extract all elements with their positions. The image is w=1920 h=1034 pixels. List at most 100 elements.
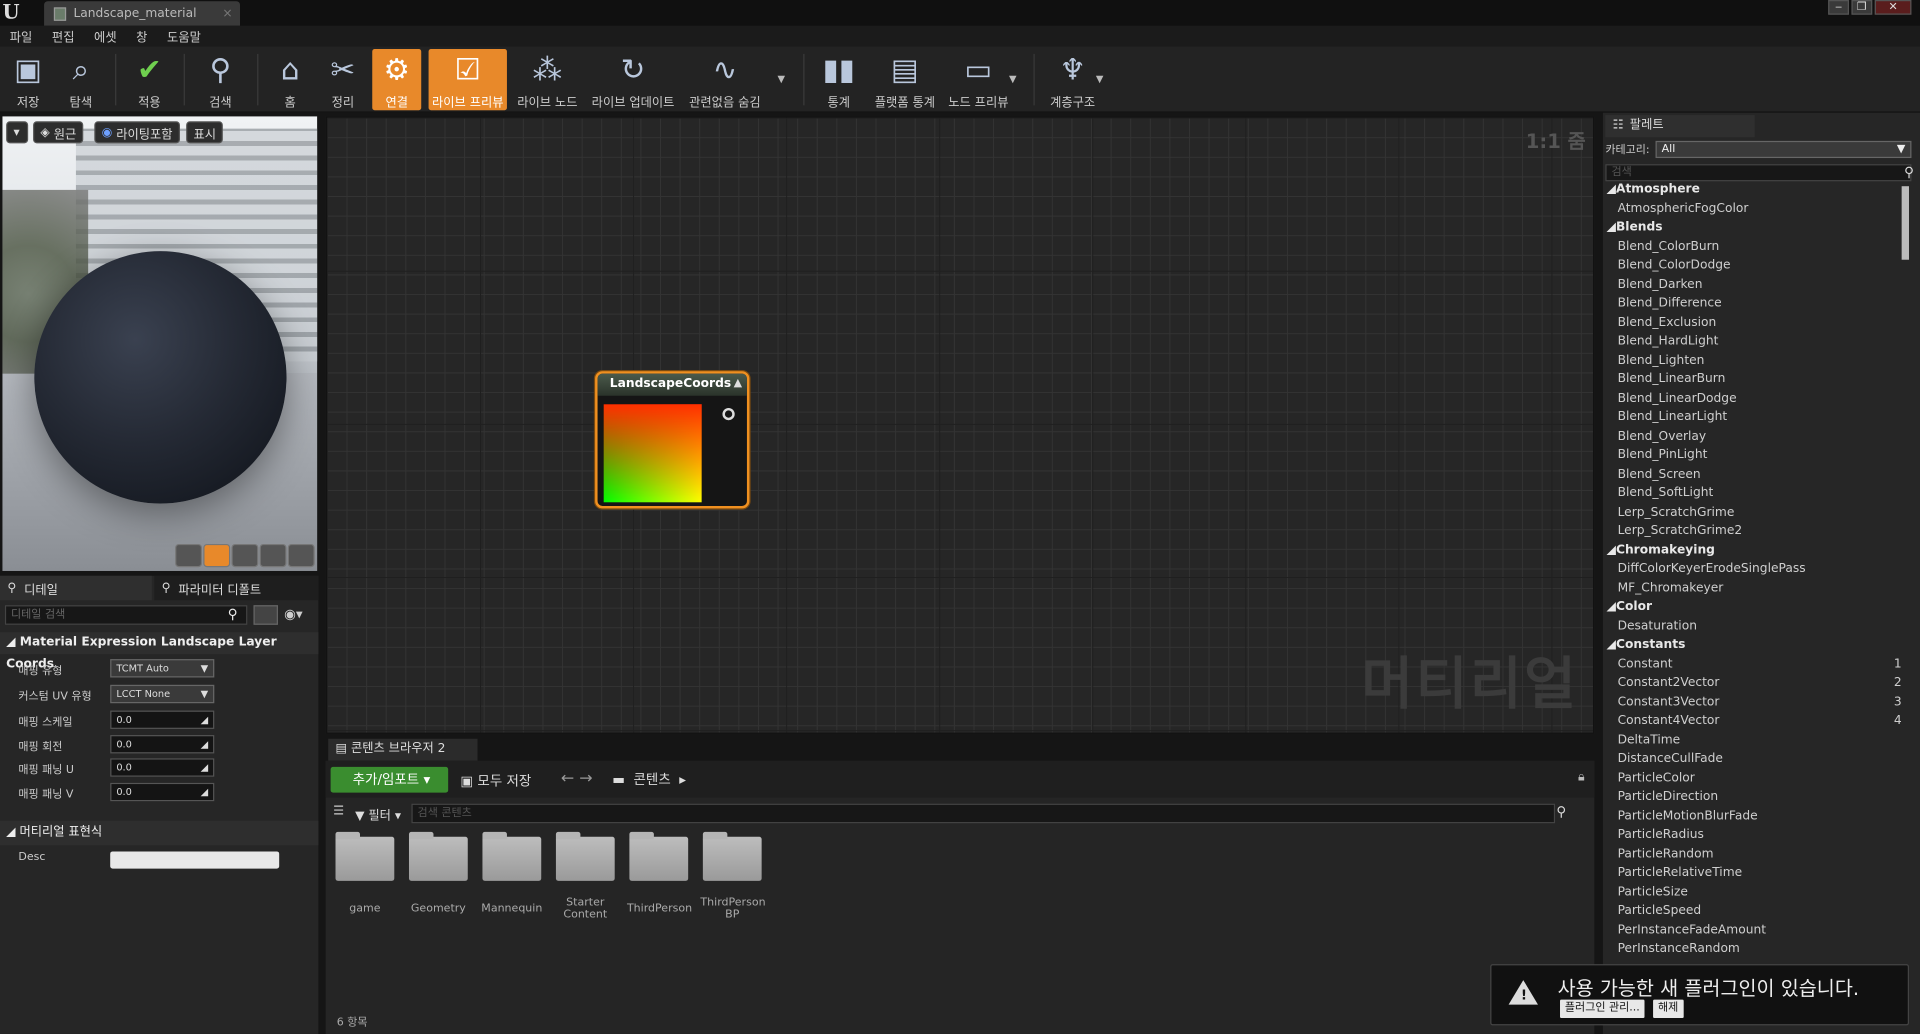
palette-item[interactable]: ParticleDirection	[1618, 790, 1900, 803]
platform-stats-button[interactable]: ▤ 플랫폼 통계	[872, 49, 938, 111]
chevron-down-icon[interactable]: ▼	[1009, 74, 1017, 85]
close-window-button[interactable]: ✕	[1874, 0, 1912, 15]
palette-item[interactable]: Blend_PinLight	[1618, 448, 1900, 461]
palette-item[interactable]: ParticleRelativeTime	[1618, 866, 1900, 879]
menu-file[interactable]: 파일	[10, 27, 33, 45]
hierarchy-button[interactable]: ♆ 계층구조	[1046, 49, 1100, 111]
clean-button[interactable]: ✂ 정리	[318, 49, 367, 111]
lit-button[interactable]: ◉ 라이팅포함	[94, 121, 180, 144]
sources-toggle-icon[interactable]: ☰	[333, 805, 344, 818]
menu-help[interactable]: 도움말	[167, 27, 201, 45]
palette-item[interactable]: DistanceCullFade	[1618, 752, 1900, 765]
menu-asset[interactable]: 에셋	[94, 27, 117, 45]
palette-category[interactable]: ◢Color	[1607, 600, 1889, 613]
mapping-pan-u-input[interactable]: 0.0 ◢	[110, 758, 215, 777]
palette-item[interactable]: Lerp_ScratchGrime2	[1618, 524, 1900, 537]
mapping-pan-v-input[interactable]: 0.0 ◢	[110, 782, 215, 802]
browse-button[interactable]: ⌕ 탐색	[56, 49, 105, 111]
landscape-coords-node[interactable]: LandscapeCoords ▲	[595, 371, 750, 509]
folder-item[interactable]: Geometry	[407, 831, 471, 915]
folder-item[interactable]: Mannequin	[480, 831, 544, 915]
palette-item[interactable]: Constant3Vector 3	[1618, 695, 1902, 708]
palette-item[interactable]: Blend_Lighten	[1618, 353, 1900, 366]
palette-item[interactable]: Constant 1	[1618, 657, 1902, 670]
material-graph[interactable]: 1:1 줌 머티리얼 LandscapeCoords ▲	[325, 116, 1595, 734]
folder-item[interactable]: ThirdPerson BP	[700, 831, 766, 921]
folder-item[interactable]: ThirdPerson	[627, 831, 692, 915]
chevron-down-icon[interactable]: ▼	[778, 74, 786, 85]
tab-details[interactable]: ⚲ 디테일	[0, 575, 152, 601]
lock-icon[interactable]: 🔒︎	[1578, 771, 1585, 784]
perspective-button[interactable]: ◈ 원근	[33, 121, 84, 144]
plane-preview-button[interactable]	[231, 543, 259, 568]
grid-view-icon[interactable]	[253, 605, 278, 625]
palette-item[interactable]: ParticleRadius	[1618, 828, 1900, 841]
manage-plugins-button[interactable]: 플러그인 관리...	[1560, 999, 1645, 1019]
palette-item[interactable]: Blend_LinearDodge	[1618, 391, 1900, 404]
palette-item[interactable]: DiffColorKeyerErodeSinglePass	[1618, 562, 1900, 575]
custom-uv-type-dropdown[interactable]: LCCT None ▼	[110, 684, 215, 704]
output-pin[interactable]	[722, 407, 735, 421]
add-import-button[interactable]: 추가/임포트 ▾	[330, 766, 449, 793]
palette-category[interactable]: ◢Constants	[1607, 638, 1889, 651]
tab-content-browser[interactable]: ▤ 콘텐츠 브라우저 2	[328, 738, 478, 761]
home-button[interactable]: ⌂ 홈	[267, 49, 314, 111]
palette-item[interactable]: DeltaTime	[1618, 733, 1900, 746]
palette-item[interactable]: Blend_Difference	[1618, 296, 1900, 309]
preview-viewport[interactable]: ▾ ◈ 원근 ◉ 라이팅포함 표시 Z X	[2, 116, 318, 571]
save-all-button[interactable]: ▣ 모두 저장	[460, 771, 531, 791]
live-nodes-button[interactable]: ⁂ 라이브 노드	[514, 49, 580, 111]
close-tab-icon[interactable]: ×	[222, 7, 232, 20]
node-preview-button[interactable]: ▭ 노드 프리뷰	[945, 49, 1011, 111]
palette-item[interactable]: Blend_ColorBurn	[1618, 240, 1900, 253]
tab-parameter-defaults[interactable]: ⚲ 파라미터 디폴트	[154, 575, 319, 601]
palette-item[interactable]: MF_Chromakeyer	[1618, 581, 1900, 594]
palette-item[interactable]: Blend_Darken	[1618, 277, 1900, 290]
mapping-scale-input[interactable]: 0.0 ◢	[110, 710, 215, 729]
material-expression-section[interactable]: ◢ 머티리얼 표현식	[0, 820, 319, 846]
hide-unrelated-button[interactable]: ∿ 관련없음 숨김	[686, 49, 764, 111]
palette-item[interactable]: Blend_Exclusion	[1618, 315, 1900, 328]
desc-input[interactable]	[110, 851, 280, 869]
dismiss-button[interactable]: 해제	[1653, 999, 1684, 1019]
menu-edit[interactable]: 편집	[52, 27, 75, 45]
cylinder-preview-button[interactable]	[175, 543, 203, 568]
menu-window[interactable]: 창	[136, 27, 147, 45]
document-tab[interactable]: Landscape_material ×	[44, 1, 241, 26]
folder-item[interactable]: game	[333, 831, 397, 915]
folder-item[interactable]: Starter Content	[553, 831, 617, 921]
palette-item[interactable]: Blend_HardLight	[1618, 334, 1900, 347]
palette-item[interactable]: PerInstanceRandom	[1618, 942, 1900, 955]
palette-item[interactable]: Blend_LinearLight	[1618, 410, 1900, 423]
eye-icon[interactable]: ◉▾	[284, 606, 303, 622]
palette-item[interactable]: Blend_Screen	[1618, 467, 1900, 480]
save-button[interactable]: ▣ 저장	[5, 49, 52, 111]
live-update-button[interactable]: ↻ 라이브 업데이트	[590, 49, 676, 111]
category-dropdown[interactable]: All ▼	[1655, 140, 1912, 159]
palette-item[interactable]: ParticleRandom	[1618, 847, 1900, 860]
connectors-button[interactable]: ⚙ 연결	[372, 49, 422, 111]
palette-item[interactable]: Blend_SoftLight	[1618, 486, 1900, 499]
live-preview-button[interactable]: ☑ 라이브 프리뷰	[428, 49, 507, 111]
filter-button[interactable]: ▼ 필터 ▾	[355, 805, 401, 823]
viewport-options-button[interactable]: ▾	[6, 121, 29, 144]
sphere-preview-button[interactable]	[203, 543, 231, 568]
palette-item[interactable]: Constant2Vector 2	[1618, 676, 1902, 689]
palette-item[interactable]: ParticleSpeed	[1618, 904, 1900, 917]
maximize-button[interactable]: ❐	[1851, 0, 1873, 15]
collapse-icon[interactable]: ▲	[734, 377, 742, 389]
cube-preview-button[interactable]	[259, 543, 287, 568]
chevron-down-icon[interactable]: ▼	[1096, 74, 1104, 85]
minimize-button[interactable]: ‒	[1828, 0, 1849, 15]
palette-item[interactable]: AtmosphericFogColor	[1618, 202, 1900, 215]
mesh-preview-button[interactable]	[287, 543, 315, 568]
details-section-header[interactable]: ◢ Material Expression Landscape Layer Co…	[0, 632, 319, 671]
palette-item[interactable]: Blend_Overlay	[1618, 429, 1900, 442]
palette-item[interactable]: Blend_LinearBurn	[1618, 372, 1900, 385]
tab-palette[interactable]: 팔레트	[1605, 115, 1755, 138]
palette-item[interactable]: Blend_ColorDodge	[1618, 258, 1900, 271]
palette-item[interactable]: ParticleSize	[1618, 885, 1900, 898]
palette-scrollbar[interactable]	[1901, 186, 1909, 260]
history-nav-icons[interactable]: ← →	[561, 769, 593, 787]
mapping-rotation-input[interactable]: 0.0 ◢	[110, 735, 215, 754]
